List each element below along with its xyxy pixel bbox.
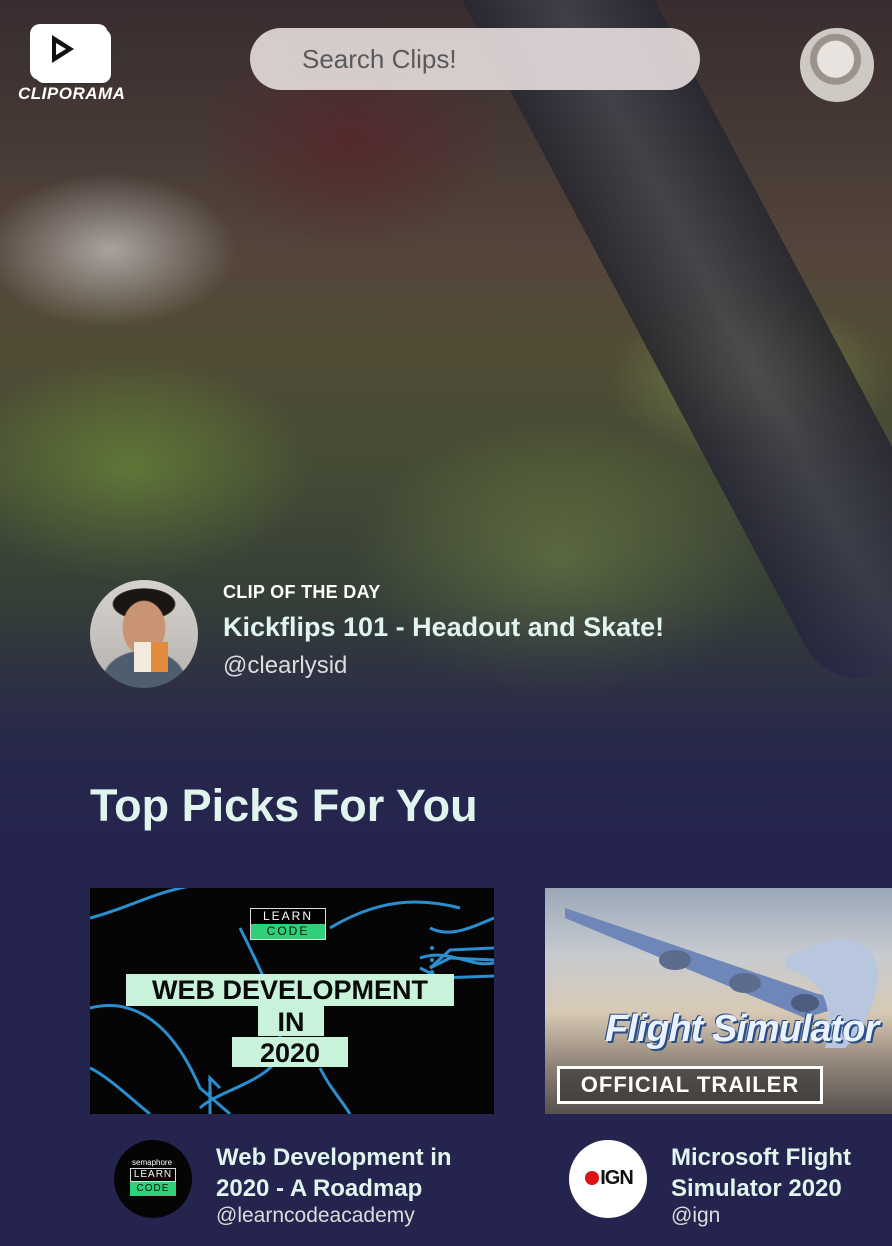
featured-creator-avatar[interactable] — [90, 580, 198, 688]
drink-carton — [134, 642, 168, 672]
clip-thumbnail[interactable]: Flight Simulator OFFICIAL TRAILER — [545, 888, 892, 1114]
ign-logo: IGN — [581, 1167, 637, 1190]
semaphore-text: semaphore — [132, 1158, 173, 1167]
clip-title[interactable]: Microsoft Flight Simulator 2020 — [671, 1142, 892, 1204]
official-trailer-caption: OFFICIAL TRAILER — [557, 1066, 823, 1104]
hero-gradient-overlay — [0, 0, 892, 860]
flight-simulator-logo: Flight Simulator — [605, 1008, 879, 1050]
search-input[interactable] — [250, 28, 700, 90]
clip-card[interactable]: Flight Simulator OFFICIAL TRAILER IGN Mi… — [545, 888, 892, 1227]
section-title: Top Picks For You — [90, 780, 478, 831]
thumb-headline-line: 2020 — [232, 1037, 348, 1068]
play-triangle-inner — [56, 43, 66, 55]
avatar-code-text: CODE — [130, 1182, 176, 1196]
ign-text: IGN — [600, 1167, 634, 1189]
badge-code-text: CODE — [251, 924, 325, 939]
clip-title[interactable]: Web Development in 2020 - A Roadmap — [216, 1142, 476, 1204]
user-avatar[interactable] — [800, 28, 874, 102]
avatar-learn-text: LEARN — [130, 1168, 176, 1182]
clip-thumbnail[interactable]: LEARN CODE WEB DEVELOPMENT IN 2020 — [90, 888, 494, 1114]
ign-mark-icon — [585, 1171, 600, 1185]
channel-handle[interactable]: @ign — [671, 1204, 720, 1228]
clip-card[interactable]: LEARN CODE WEB DEVELOPMENT IN 2020 semap… — [90, 888, 494, 1227]
channel-avatar[interactable]: semaphore LEARN CODE — [114, 1140, 192, 1218]
featured-creator-handle[interactable]: @clearlysid — [223, 652, 347, 680]
app-logo[interactable]: CLIPORAMA — [18, 20, 128, 110]
channel-handle[interactable]: @learncodeacademy — [216, 1204, 415, 1228]
learncode-badge: LEARN CODE — [250, 908, 326, 940]
thumb-headline-line: WEB DEVELOPMENT — [126, 974, 454, 1006]
logo-wordmark: CLIPORAMA — [18, 84, 126, 103]
featured-clip-title[interactable]: Kickflips 101 - Headout and Skate! — [223, 612, 664, 643]
clip-of-the-day-label: CLIP OF THE DAY — [223, 582, 381, 602]
badge-learn-text: LEARN — [262, 909, 313, 923]
thumb-headline-line: IN — [258, 1006, 324, 1037]
channel-avatar[interactable]: IGN — [569, 1140, 647, 1218]
